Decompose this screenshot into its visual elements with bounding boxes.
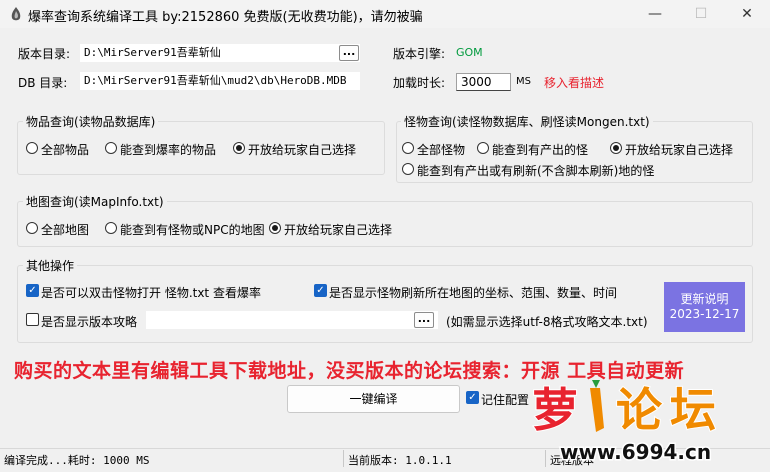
- monster-radio-drop-or-refresh[interactable]: [402, 163, 414, 175]
- map-radio-with-npc[interactable]: [105, 222, 117, 234]
- close-button[interactable]: ✕: [724, 0, 770, 28]
- load-time-input[interactable]: 3000: [456, 73, 511, 91]
- monster-option-drop-or-refresh-label: 能查到有产出或有刷新(不含脚本刷新)地的怪: [417, 164, 655, 178]
- compile-button[interactable]: 一键编译: [287, 385, 460, 413]
- watermark-char-2: 论: [616, 383, 663, 437]
- watermark-site: www.6994.cn: [560, 440, 711, 464]
- update-notes-title: 更新说明: [680, 292, 729, 306]
- version-dir-field[interactable]: D:\MirServer91吾辈斩仙: [80, 44, 360, 62]
- map-option-player-label: 开放给玩家自己选择: [284, 223, 393, 237]
- minimize-button[interactable]: —: [632, 0, 678, 28]
- dblclick-label: 是否可以双击怪物打开 怪物.txt 查看爆率: [41, 286, 261, 300]
- load-time-unit: MS: [516, 76, 531, 87]
- guide-hint: (如需显示选择utf-8格式攻略文本.txt): [446, 315, 648, 329]
- remember-config-checkbox[interactable]: ✓: [466, 391, 479, 404]
- dblclick-checkbox[interactable]: ✓: [26, 284, 39, 297]
- map-option-all-label: 全部地图: [41, 223, 90, 237]
- hover-hint-link[interactable]: 移入看描述: [544, 74, 604, 91]
- monster-radio-drop[interactable]: [477, 142, 489, 154]
- engine-value: GOM: [456, 46, 483, 59]
- load-time-label: 加载时长:: [393, 76, 446, 90]
- watermark-graphic: 萝 论 坛 www.6994.cn: [531, 380, 717, 466]
- carrot-leaf-icon: [592, 380, 600, 388]
- map-radio-player[interactable]: [269, 222, 281, 234]
- status-message: 编译完成...耗时: 1000 MS: [4, 454, 150, 467]
- other-ops-legend: 其他操作: [23, 257, 78, 274]
- show-guide-label: 是否显示版本攻略: [41, 315, 138, 329]
- status-separator: [343, 450, 344, 467]
- monster-query-legend: 怪物查询(读怪物数据库、刷怪读Mongen.txt): [401, 113, 653, 130]
- item-option-droppable-label: 能查到爆率的物品: [120, 143, 217, 157]
- update-notes-date: 2023-12-17: [669, 307, 740, 321]
- map-radio-all[interactable]: [26, 222, 38, 234]
- window-title: 爆率查询系统编译工具 by:2152860 免费版(无收费功能)，请勿被骗: [28, 10, 423, 25]
- item-query-legend: 物品查询(读物品数据库): [23, 113, 159, 130]
- carrot-icon: [590, 388, 604, 432]
- monster-option-drop-label: 能查到有产出的怪: [492, 143, 589, 157]
- monster-option-all-label: 全部怪物: [417, 143, 466, 157]
- remember-config-label: 记住配置: [481, 393, 530, 407]
- item-radio-droppable[interactable]: [105, 142, 117, 154]
- map-option-with-npc-label: 能查到有怪物或NPC的地图: [120, 223, 265, 237]
- db-dir-label: DB 目录:: [18, 76, 68, 90]
- engine-label: 版本引擎:: [393, 47, 446, 61]
- app-icon: [11, 7, 21, 21]
- guide-path-field[interactable]: [146, 311, 438, 329]
- db-dir-field[interactable]: D:\MirServer91吾辈斩仙\mud2\db\HeroDB.MDB: [80, 72, 360, 90]
- watermark-char-3: 坛: [670, 383, 716, 437]
- update-notes-button[interactable]: 更新说明 2023-12-17: [664, 282, 745, 332]
- monster-radio-all[interactable]: [402, 142, 414, 154]
- other-ops-group: [17, 265, 753, 343]
- title-bar[interactable]: 爆率查询系统编译工具 by:2152860 免费版(无收费功能)，请勿被骗 — …: [0, 0, 770, 28]
- item-option-player-label: 开放给玩家自己选择: [248, 143, 357, 157]
- show-refresh-checkbox[interactable]: ✓: [314, 284, 327, 297]
- map-query-legend: 地图查询(读MapInfo.txt): [23, 193, 167, 210]
- monster-option-player-label: 开放给玩家自己选择: [625, 143, 734, 157]
- version-dir-label: 版本目录:: [18, 47, 71, 61]
- site-watermark-logo: 萝 论 坛 www.6994.cn: [530, 368, 770, 469]
- show-guide-checkbox[interactable]: [26, 313, 39, 326]
- monster-radio-player[interactable]: [610, 142, 622, 154]
- maximize-button: ☐: [694, 6, 708, 22]
- guide-browse-button[interactable]: ...: [414, 312, 434, 328]
- version-dir-browse-button[interactable]: ...: [339, 45, 359, 61]
- watermark-char-1: 萝: [532, 383, 578, 437]
- item-radio-player[interactable]: [233, 142, 245, 154]
- show-refresh-label: 是否显示怪物刷新所在地图的坐标、范围、数量、时间: [329, 286, 618, 300]
- item-radio-all[interactable]: [26, 142, 38, 154]
- current-version: 当前版本: 1.0.1.1: [348, 454, 452, 467]
- item-option-all-label: 全部物品: [41, 143, 90, 157]
